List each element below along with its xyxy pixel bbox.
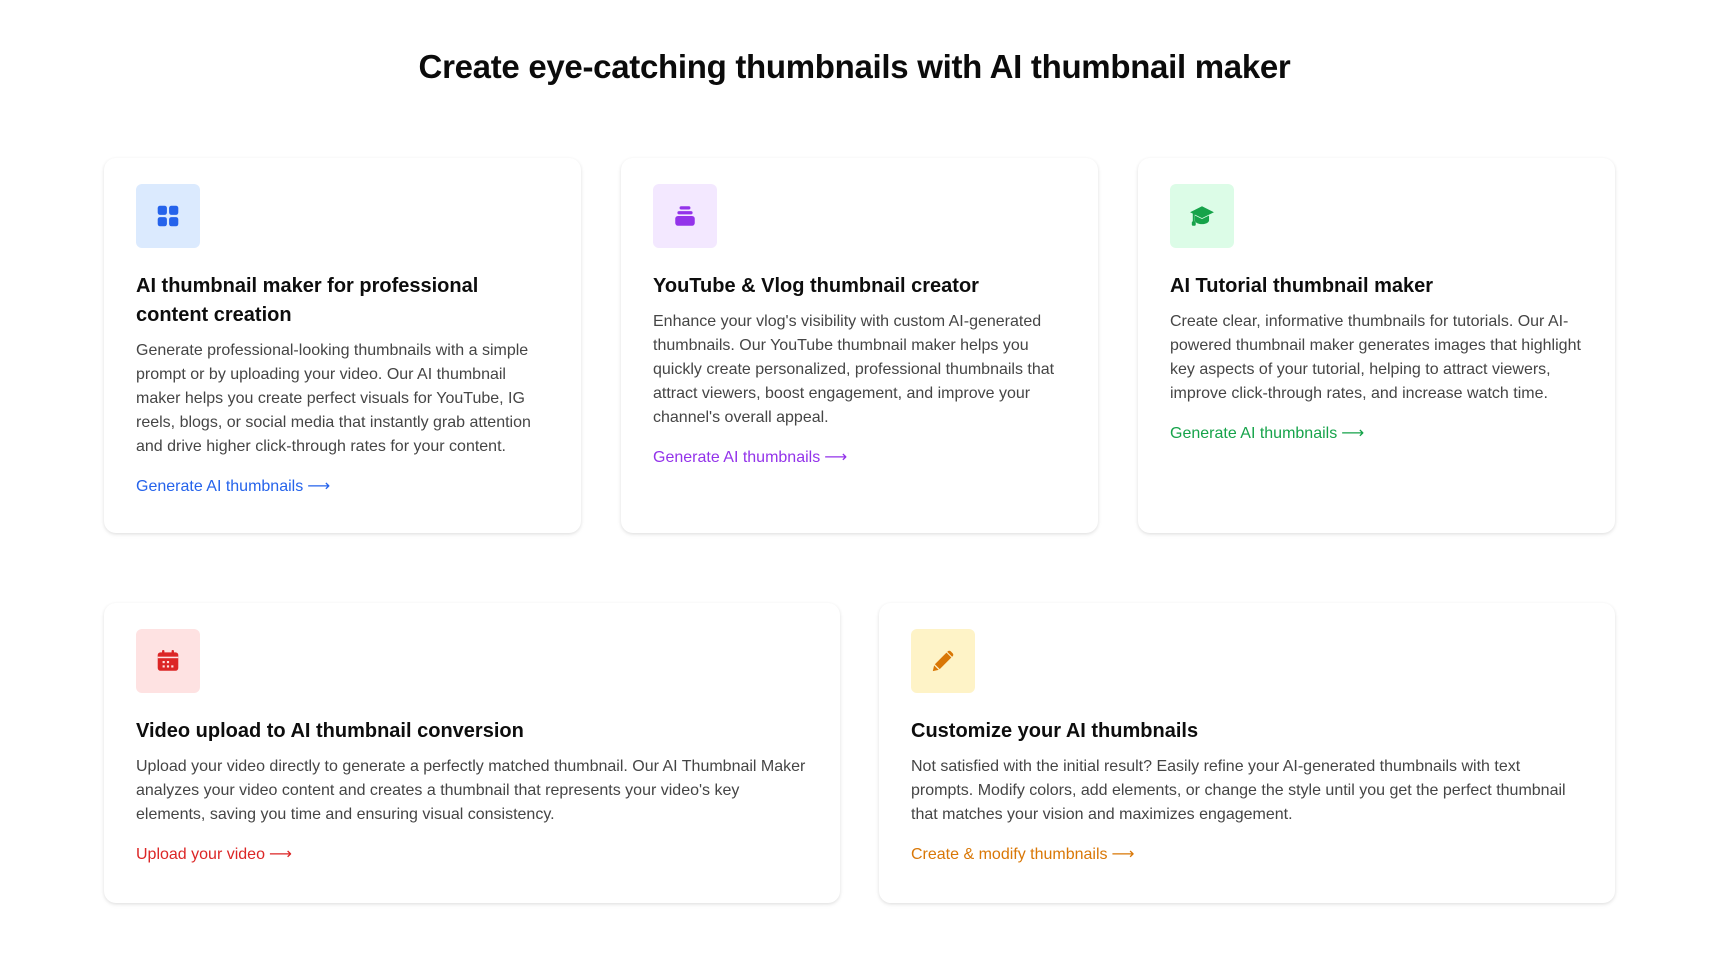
card-description: Not satisfied with the initial result? E… bbox=[911, 758, 1566, 823]
stack-icon bbox=[675, 206, 695, 226]
arrow-right-icon: ⟶ bbox=[307, 478, 331, 495]
icon-box bbox=[653, 184, 717, 248]
arrow-right-icon: ⟶ bbox=[268, 846, 292, 863]
generate-ai-thumbnails-link[interactable]: Generate AI thumbnails ⟶ bbox=[653, 446, 847, 470]
feature-card-customize: Customize your AI thumbnails Not satisfi… bbox=[879, 603, 1615, 903]
card-title: Customize your AI thumbnails bbox=[911, 720, 1199, 742]
link-label: Create & modify thumbnails bbox=[911, 846, 1108, 863]
page-title: Create eye-catching thumbnails with AI t… bbox=[418, 48, 1291, 85]
icon-box bbox=[136, 629, 200, 693]
feature-card-tutorial: AI Tutorial thumbnail maker Create clear… bbox=[1138, 158, 1615, 533]
feature-card-video-upload: Video upload to AI thumbnail conversion … bbox=[104, 603, 840, 903]
generate-ai-thumbnails-link[interactable]: Generate AI thumbnails ⟶ bbox=[1170, 422, 1364, 446]
link-label: Generate AI thumbnails bbox=[653, 449, 821, 466]
link-label: Upload your video bbox=[136, 846, 265, 863]
card-description: Create clear, informative thumbnails for… bbox=[1170, 313, 1581, 402]
icon-box bbox=[911, 629, 975, 693]
feature-card-youtube-vlog: YouTube & Vlog thumbnail creator Enhance… bbox=[621, 158, 1098, 533]
icon-box bbox=[136, 184, 200, 248]
card-title: Video upload to AI thumbnail conversion bbox=[136, 720, 524, 742]
grid-icon bbox=[157, 205, 179, 227]
card-title: YouTube & Vlog thumbnail creator bbox=[653, 275, 979, 297]
card-title: AI thumbnail maker for professional cont… bbox=[136, 275, 479, 326]
upload-your-video-link[interactable]: Upload your video ⟶ bbox=[136, 843, 292, 867]
arrow-right-icon: ⟶ bbox=[1111, 846, 1135, 863]
calendar-icon bbox=[157, 649, 179, 671]
generate-ai-thumbnails-link[interactable]: Generate AI thumbnails ⟶ bbox=[136, 475, 330, 499]
arrow-right-icon: ⟶ bbox=[824, 449, 848, 466]
card-description: Generate professional-looking thumbnails… bbox=[136, 342, 531, 455]
pencil-icon bbox=[932, 650, 954, 672]
card-description: Enhance your vlog's visibility with cust… bbox=[653, 313, 1055, 426]
feature-card-professional: AI thumbnail maker for professional cont… bbox=[104, 158, 581, 533]
graduation-cap-icon bbox=[1190, 206, 1214, 226]
arrow-right-icon: ⟶ bbox=[1341, 425, 1365, 442]
link-label: Generate AI thumbnails bbox=[1170, 425, 1338, 442]
card-title: AI Tutorial thumbnail maker bbox=[1170, 275, 1433, 297]
card-description: Upload your video directly to generate a… bbox=[136, 758, 806, 823]
icon-box bbox=[1170, 184, 1234, 248]
link-label: Generate AI thumbnails bbox=[136, 478, 304, 495]
create-modify-thumbnails-link[interactable]: Create & modify thumbnails ⟶ bbox=[911, 843, 1134, 867]
